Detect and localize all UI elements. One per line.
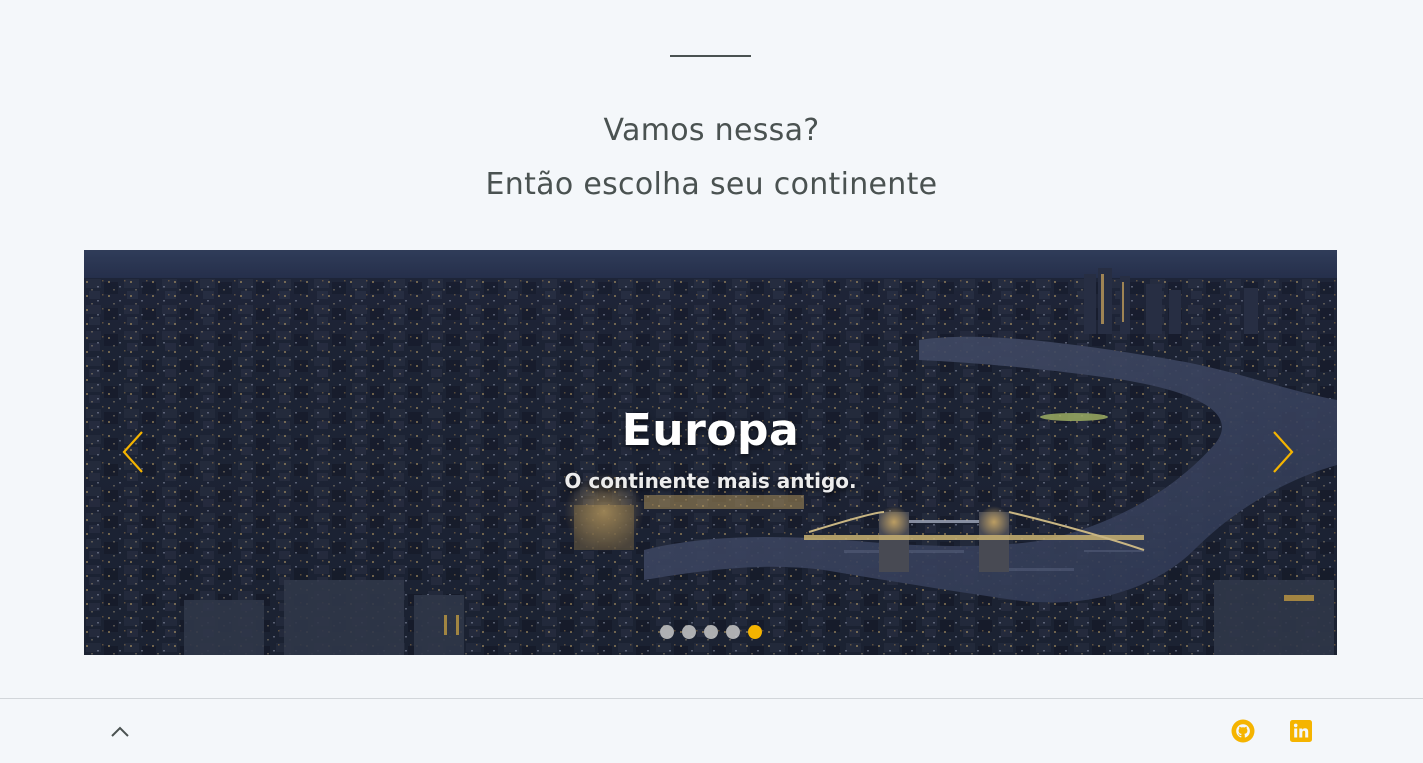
carousel-indicator[interactable] [703, 625, 718, 639]
carousel-indicator-active[interactable] [747, 625, 762, 639]
heading-line-1: Vamos nessa? [603, 113, 820, 148]
linkedin-link[interactable] [1289, 719, 1313, 743]
back-to-top-button[interactable] [108, 720, 132, 744]
carousel-next-button[interactable] [1264, 430, 1304, 474]
carousel-indicator[interactable] [681, 625, 696, 639]
carousel-prev-button[interactable] [120, 430, 160, 474]
linkedin-icon [1290, 720, 1312, 742]
section-heading: Vamos nessa? Então escolha seu continent… [0, 104, 1423, 212]
carousel-indicator[interactable] [725, 625, 740, 639]
github-icon [1231, 719, 1255, 743]
section-divider [670, 55, 751, 57]
slide-subtitle: O continente mais antigo. [564, 469, 857, 493]
footer-divider [0, 698, 1423, 699]
chevron-right-icon [1273, 431, 1294, 473]
github-link[interactable] [1231, 719, 1255, 743]
carousel-indicators [84, 625, 1337, 639]
slide-title: Europa [621, 405, 800, 456]
chevron-left-icon [122, 431, 143, 473]
chevron-up-icon [111, 726, 129, 737]
continent-carousel[interactable]: Europa O continente mais antigo. [84, 250, 1337, 655]
heading-line-2: Então escolha seu continente [485, 167, 938, 202]
carousel-indicator[interactable] [659, 625, 674, 639]
